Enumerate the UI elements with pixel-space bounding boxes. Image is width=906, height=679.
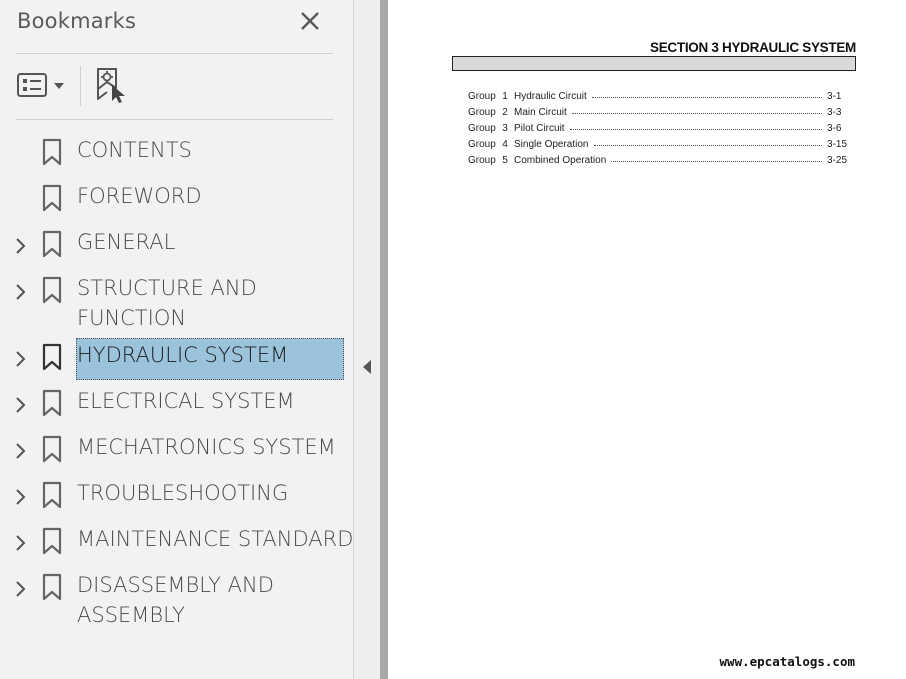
bookmark-label: TROUBLESHOOTING <box>77 481 289 505</box>
toc-entry[interactable]: Group 5 Combined Operation 3-25 <box>468 152 849 168</box>
chevron-right-icon[interactable] <box>13 488 29 506</box>
bookmark-item[interactable]: DISASSEMBLY AND ASSEMBLY <box>0 568 354 640</box>
watermark-url: www.epcatalogs.com <box>719 654 855 669</box>
chevron-right-icon[interactable] <box>13 442 29 460</box>
bookmark-label: HYDRAULIC SYSTEM <box>77 343 289 367</box>
toc-entry[interactable]: Group 4 Single Operation 3-15 <box>468 136 849 152</box>
chevron-right-icon[interactable] <box>13 580 29 598</box>
bookmark-item[interactable]: CONTENTS <box>0 133 354 175</box>
bookmark-label-line: ASSEMBLY <box>77 603 185 627</box>
section-title: SECTION 3 HYDRAULIC SYSTEM <box>650 40 856 55</box>
toc-leader-dots <box>593 144 822 146</box>
bookmark-item[interactable]: MECHATRONICS SYSTEM <box>0 430 354 472</box>
bookmark-icon <box>42 138 62 166</box>
chevron-right-icon[interactable] <box>13 283 29 301</box>
bookmark-label: STRUCTURE AND FUNCTION <box>77 273 257 333</box>
toc-title: Pilot Circuit <box>514 122 565 134</box>
bookmark-options-button[interactable] <box>16 70 70 102</box>
bookmark-icon <box>42 481 62 509</box>
toc-group-label: Group <box>468 122 496 134</box>
bookmark-item[interactable]: FOREWORD <box>0 179 354 221</box>
panel-splitter[interactable] <box>354 0 380 679</box>
toc-page-number: 3-25 <box>827 154 848 166</box>
toc-page-number: 3-15 <box>827 138 848 150</box>
toc-leader-dots <box>571 112 822 114</box>
bookmark-icon <box>42 276 62 304</box>
toc-leader-dots <box>569 128 822 130</box>
toc-group-label: Group <box>468 138 496 150</box>
bookmark-label: FOREWORD <box>77 184 202 208</box>
toc-page-number: 3-1 <box>827 90 842 102</box>
chevron-right-icon[interactable] <box>13 396 29 414</box>
toc-group-label: Group <box>468 106 496 118</box>
bookmark-item[interactable]: TROUBLESHOOTING <box>0 476 354 518</box>
bookmark-item[interactable]: ELECTRICAL SYSTEM <box>0 384 354 426</box>
toc-group-number: 1 <box>502 90 508 102</box>
section-title-bar <box>452 56 856 71</box>
toc-leader-dots <box>611 160 822 162</box>
bookmark-item[interactable]: HYDRAULIC SYSTEM <box>0 338 354 380</box>
table-of-contents: Group 1 Hydraulic Circuit 3-1 Group 2 Main Cir… <box>468 88 849 168</box>
new-bookmark-button[interactable] <box>94 66 130 104</box>
toolbar-separator <box>80 66 81 106</box>
toc-entry[interactable]: Group 2 Main Circuit 3-3 <box>468 104 849 120</box>
bookmarks-panel: Bookmarks CONTENTS FOREWORD GENERAL STRUCTU… <box>0 0 354 679</box>
bookmark-label: CONTENTS <box>77 138 192 162</box>
bookmark-label-line: DISASSEMBLY AND <box>77 573 274 597</box>
bookmark-icon <box>42 230 62 258</box>
document-page: SECTION 3 HYDRAULIC SYSTEM Group 1 Hydraul… <box>388 0 906 679</box>
triangle-left-icon <box>363 360 371 374</box>
collapse-panel-button[interactable] <box>361 358 373 376</box>
toc-group-number: 5 <box>502 154 508 166</box>
toc-title: Hydraulic Circuit <box>514 90 587 102</box>
bookmark-icon <box>42 435 62 463</box>
close-icon[interactable] <box>296 8 324 36</box>
toc-page-number: 3-3 <box>827 106 842 118</box>
toc-group-number: 2 <box>502 106 508 118</box>
toc-group-number: 3 <box>502 122 508 134</box>
toc-group-label: Group <box>468 90 496 102</box>
bookmark-label: DISASSEMBLY AND ASSEMBLY <box>77 570 274 630</box>
chevron-right-icon[interactable] <box>13 237 29 255</box>
chevron-right-icon[interactable] <box>13 350 29 368</box>
chevron-right-icon[interactable] <box>13 534 29 552</box>
bookmark-icon <box>42 527 62 555</box>
bookmark-label-line: FUNCTION <box>77 306 187 330</box>
bookmark-item[interactable]: MAINTENANCE STANDARD <box>0 522 354 564</box>
bookmark-icon <box>42 573 62 601</box>
bookmark-label: MAINTENANCE STANDARD <box>77 527 354 551</box>
toc-group-number: 4 <box>502 138 508 150</box>
toc-title: Main Circuit <box>514 106 567 118</box>
bookmark-label: MECHATRONICS SYSTEM <box>77 435 336 459</box>
bookmark-item[interactable]: GENERAL <box>0 225 354 267</box>
toc-leader-dots <box>591 96 822 98</box>
bookmark-label: GENERAL <box>77 230 176 254</box>
bookmark-options-icon <box>17 73 64 97</box>
toc-group-label: Group <box>468 154 496 166</box>
panel-title: Bookmarks <box>17 9 137 33</box>
divider <box>16 119 333 120</box>
toc-title: Single Operation <box>514 138 589 150</box>
bookmark-label-line: STRUCTURE AND <box>77 276 257 300</box>
toc-entry[interactable]: Group 3 Pilot Circuit 3-6 <box>468 120 849 136</box>
toc-entry[interactable]: Group 1 Hydraulic Circuit 3-1 <box>468 88 849 104</box>
divider <box>16 53 333 54</box>
new-bookmark-icon <box>97 68 125 103</box>
bookmark-icon <box>42 389 62 417</box>
toc-page-number: 3-6 <box>827 122 842 134</box>
bookmark-icon <box>42 343 62 371</box>
bookmark-icon <box>42 184 62 212</box>
bookmark-item[interactable]: STRUCTURE AND FUNCTION <box>0 271 354 343</box>
bookmark-label: ELECTRICAL SYSTEM <box>77 389 295 413</box>
page-gutter <box>380 0 388 679</box>
toc-title: Combined Operation <box>514 154 607 166</box>
